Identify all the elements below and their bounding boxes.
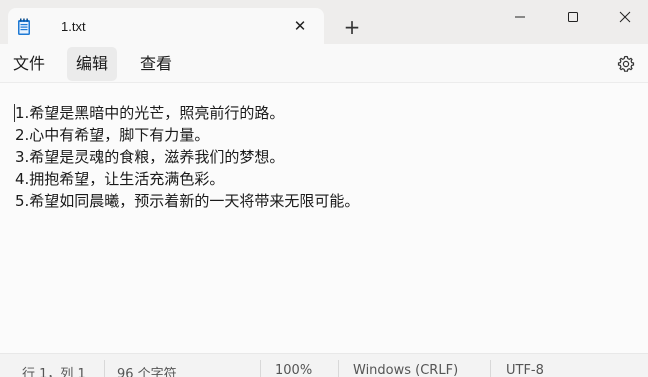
encoding[interactable]: UTF-8 [506, 363, 544, 377]
menu-edit[interactable]: 编辑 [67, 47, 118, 81]
minimize-button[interactable] [497, 2, 543, 32]
status-separator [338, 360, 339, 377]
maximize-icon [568, 12, 578, 22]
new-tab-button[interactable]: + [340, 15, 364, 39]
zoom-level[interactable]: 100% [275, 363, 312, 377]
text-line[interactable]: 3.希望是灵魂的食粮，滋养我们的梦想。 [15, 147, 284, 167]
title-bar: 1.txt ✕ + [0, 0, 648, 44]
text-line[interactable]: 4.拥抱希望，让生活充满色彩。 [15, 169, 224, 189]
gear-icon[interactable] [616, 54, 636, 74]
status-separator [490, 360, 491, 377]
status-separator [260, 360, 261, 377]
menu-file[interactable]: 文件 [4, 47, 54, 81]
cursor-position: 行 1，列 1 [22, 367, 86, 377]
status-bar: 行 1，列 1 96 个字符 100% Windows (CRLF) UTF-8 [0, 353, 648, 377]
line-ending[interactable]: Windows (CRLF) [353, 363, 458, 377]
status-separator [104, 360, 105, 377]
notepad-icon [18, 18, 30, 35]
text-line[interactable]: 2.心中有希望，脚下有力量。 [15, 125, 209, 145]
close-icon [619, 11, 631, 23]
tab-title: 1.txt [61, 19, 86, 34]
tab-1-txt[interactable]: 1.txt ✕ [8, 8, 324, 44]
close-window-button[interactable] [602, 2, 648, 32]
text-line[interactable]: 1.希望是黑暗中的光芒，照亮前行的路。 [15, 103, 284, 123]
notepad-window: 1.txt ✕ + 文件 编辑 查看 1.希望是黑暗中的光芒，照亮前行的路。 2… [0, 0, 648, 377]
text-line[interactable]: 5.希望如同晨曦，预示着新的一天将带来无限可能。 [15, 191, 359, 211]
menu-bar: 文件 编辑 查看 [0, 44, 648, 83]
text-editor[interactable]: 1.希望是黑暗中的光芒，照亮前行的路。 2.心中有希望，脚下有力量。 3.希望是… [0, 83, 648, 353]
maximize-button[interactable] [550, 2, 596, 32]
menu-view[interactable]: 查看 [131, 47, 181, 81]
tab-close-button[interactable]: ✕ [288, 14, 312, 38]
character-count: 96 个字符 [117, 367, 177, 377]
minimize-icon [515, 16, 525, 18]
